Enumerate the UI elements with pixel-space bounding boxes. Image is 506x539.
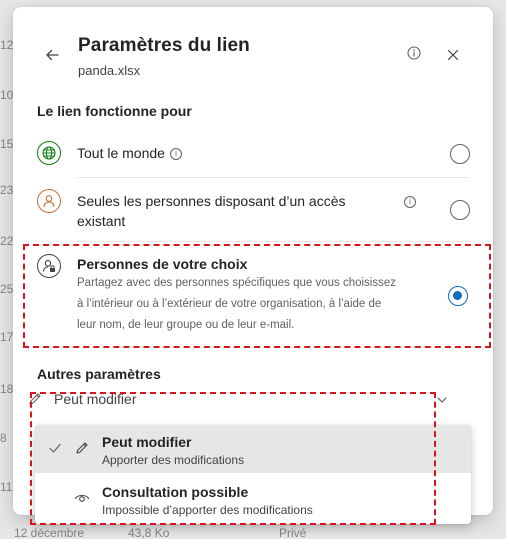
menu-item-desc: Impossible d’apporter des modifications <box>102 503 313 517</box>
option-everyone-label: Tout le monde i <box>77 143 182 163</box>
link-works-for-label: Le lien fonctionne pour <box>37 103 192 119</box>
other-settings-label: Autres paramètres <box>37 366 161 382</box>
radio-specific-people[interactable] <box>448 286 468 306</box>
option-specific-people[interactable]: Personnes de votre choix Partagez avec d… <box>25 247 483 345</box>
permission-dropdown[interactable]: Peut modifier <box>24 389 456 411</box>
divider <box>77 241 469 242</box>
dialog-title: Paramètres du lien <box>78 35 250 56</box>
checkmark-icon <box>48 441 62 460</box>
radio-everyone[interactable] <box>450 144 470 164</box>
close-button[interactable] <box>443 45 463 65</box>
permission-value: Peut modifier <box>54 391 137 407</box>
divider <box>77 177 469 178</box>
pencil-icon <box>74 440 90 461</box>
info-icon[interactable]: i <box>169 148 182 161</box>
arrow-left-icon <box>46 49 59 61</box>
chevron-down-icon <box>436 393 448 411</box>
menu-item-can-edit[interactable]: Peut modifier Apporter des modifications <box>35 425 471 473</box>
info-icon[interactable]: i <box>404 196 416 208</box>
globe-icon <box>37 141 61 165</box>
close-icon <box>447 49 459 61</box>
person-lock-icon <box>37 254 61 278</box>
info-button[interactable] <box>406 45 426 65</box>
menu-item-title: Consultation possible <box>102 484 249 500</box>
radio-existing-access[interactable] <box>450 200 470 220</box>
permission-menu: Peut modifier Apporter des modifications… <box>35 425 471 524</box>
pencil-icon <box>27 391 43 412</box>
option-everyone[interactable]: Tout le monde i <box>25 135 483 171</box>
option-existing-access[interactable]: Seules les personnes disposant d’un accè… <box>25 185 483 233</box>
menu-item-desc: Apporter des modifications <box>102 453 245 467</box>
option-specific-people-desc-line3: leur nom, de leur groupe ou de leur e-ma… <box>77 319 295 331</box>
eye-icon <box>74 490 90 511</box>
option-existing-access-label: Seules les personnes disposant d’un accè… <box>77 193 346 209</box>
option-specific-people-desc-line2: à l’intérieur ou à l’extérieur de votre … <box>77 298 382 310</box>
back-button[interactable] <box>41 44 63 66</box>
info-icon <box>407 46 421 60</box>
menu-item-title: Peut modifier <box>102 434 192 450</box>
person-icon <box>37 189 61 213</box>
option-specific-people-desc-line1: Partagez avec des personnes spécifiques … <box>77 277 396 289</box>
option-specific-people-label: Personnes de votre choix <box>77 256 248 272</box>
menu-item-view-only[interactable]: Consultation possible Impossible d’appor… <box>35 475 471 523</box>
file-name: panda.xlsx <box>78 63 141 78</box>
option-everyone-text: Tout le monde <box>77 145 165 161</box>
option-existing-access-label-line2: existant <box>77 213 126 229</box>
